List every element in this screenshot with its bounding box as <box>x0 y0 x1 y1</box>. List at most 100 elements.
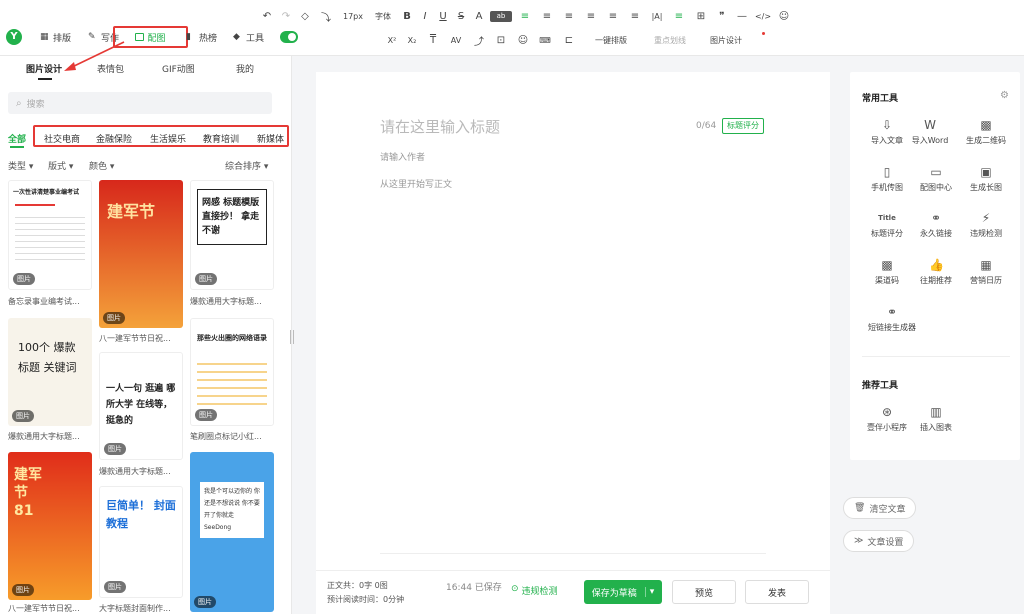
body-input[interactable]: 从这里开始写正文 <box>380 177 452 190</box>
sticker-icon[interactable]: ☺ <box>512 35 534 46</box>
italic-button[interactable]: I <box>416 11 434 22</box>
gear-icon[interactable]: ⚙ <box>1000 90 1009 101</box>
category-education[interactable]: 教育培训 <box>203 132 239 145</box>
image-design-button[interactable]: 图片设计 <box>700 35 752 46</box>
indent-icon[interactable]: ≡ <box>602 11 624 22</box>
filter-layout[interactable]: 版式 ▾ <box>48 159 73 172</box>
filter-sort[interactable]: 综合排序 ▾ <box>225 159 268 172</box>
clear-article-button[interactable]: 🗑 清空文章 <box>843 497 917 519</box>
subscript-button[interactable]: X₂ <box>402 36 422 45</box>
search-input[interactable]: ⌕ 搜索 <box>8 92 272 114</box>
tab-image-design[interactable]: 图片设计 <box>26 62 62 75</box>
border-icon[interactable]: ≡ <box>668 11 690 22</box>
filter-color[interactable]: 颜色 ▾ <box>89 159 114 172</box>
template-card[interactable]: 一人一句 逛遍 哪所大学 在线等，挺急的 图片 <box>99 352 183 460</box>
tool-insert-chart[interactable]: ▥ 插入图表 <box>912 405 960 433</box>
category-life[interactable]: 生活娱乐 <box>150 132 186 145</box>
panel-resize-handle[interactable] <box>290 330 294 344</box>
title-score-button[interactable]: 标题评分 <box>722 118 764 134</box>
template-card[interactable]: 网感 标题模版 直接抄！ 拿走不谢 图片 <box>190 180 274 290</box>
violation-check-button[interactable]: ⊙ 违规检测 <box>511 584 558 597</box>
template-card[interactable]: 巨简单！ 封面教程 图片 <box>99 486 183 598</box>
tool-image-center[interactable]: ▭ 配图中心 <box>912 165 960 193</box>
magic-icon[interactable]: ⤴ <box>468 33 490 48</box>
title-input[interactable]: 请在这里输入标题 <box>380 116 500 137</box>
search-icon: ⌕ <box>16 97 22 109</box>
category-all[interactable]: 全部 <box>8 132 26 145</box>
nav-item-tools[interactable]: ◆ 工具 <box>233 28 264 46</box>
tool-past-recommend[interactable]: 👍 往期推荐 <box>912 258 960 286</box>
tool-qrcode[interactable]: ▩ 生成二维码 <box>962 118 1010 146</box>
letter-spacing-icon[interactable]: |A| <box>646 12 668 21</box>
template-card[interactable]: 100个 爆款标题 关键词 图片 <box>8 318 92 426</box>
template-icon[interactable]: ⊏ <box>556 35 582 46</box>
template-card[interactable]: 一次性讲清楚事业编考试 图片 <box>8 180 92 290</box>
chevron-down-icon[interactable]: ▾ <box>644 587 654 597</box>
underline-button[interactable]: U <box>434 11 452 22</box>
highlight-button[interactable]: 重点划线 <box>640 35 700 46</box>
redo-icon[interactable]: ↷ <box>276 11 296 22</box>
text-style-button[interactable]: T <box>422 35 444 46</box>
divider-icon[interactable]: — <box>732 11 752 22</box>
tool-import-article[interactable]: ⇩ 导入文章 <box>863 118 911 146</box>
line-height-icon[interactable]: ≡ <box>624 11 646 22</box>
bold-button[interactable]: B <box>398 11 416 22</box>
template-card[interactable]: 我是个可以迈你的 你还是不想说说 你不要开了你就走 SeeDong 图片 <box>190 452 274 612</box>
tab-gif[interactable]: GIF动图 <box>162 62 195 75</box>
spacing-button[interactable]: AV <box>444 36 468 45</box>
filter-type[interactable]: 类型 ▾ <box>8 159 33 172</box>
category-finance[interactable]: 金融保险 <box>96 132 132 145</box>
clear-format-icon[interactable]: ⤵ <box>314 9 338 24</box>
tool-long-image[interactable]: ▣ 生成长图 <box>962 165 1010 193</box>
preview-button[interactable]: 预览 <box>672 580 736 604</box>
tool-miniprogram[interactable]: ⊛ 壹伴小程序 <box>863 405 911 433</box>
quote-icon[interactable]: ❞ <box>712 11 732 22</box>
tool-import-word[interactable]: W 导入Word <box>906 118 954 146</box>
tool-channel-code[interactable]: ▩ 渠道码 <box>863 258 911 286</box>
template-card[interactable]: 建军节 81 图片 <box>8 452 92 600</box>
one-click-layout-button[interactable]: 一键排版 <box>582 35 640 46</box>
undo-icon[interactable]: ↶ <box>258 11 276 22</box>
format-brush-icon[interactable]: ◇ <box>296 11 314 22</box>
strikethrough-button[interactable]: S <box>452 11 470 22</box>
html-icon[interactable]: ⌨ <box>534 36 556 45</box>
shield-icon: ⊙ <box>511 584 519 594</box>
table-icon[interactable]: ⊞ <box>690 11 712 22</box>
tool-title-score[interactable]: Title 标题评分 <box>863 211 911 239</box>
code-icon[interactable]: </> <box>752 12 774 21</box>
font-size-select[interactable]: 17px <box>338 12 368 21</box>
justify-icon[interactable]: ≡ <box>580 11 602 22</box>
bg-color-button[interactable]: ab <box>490 10 512 22</box>
mode-toggle[interactable] <box>280 31 298 43</box>
font-color-button[interactable]: A <box>470 11 488 22</box>
template-card[interactable]: 建军节 图片 <box>99 180 183 328</box>
tab-mine[interactable]: 我的 <box>236 62 254 75</box>
superscript-button[interactable]: X² <box>382 36 402 45</box>
tool-label: 往期推荐 <box>920 276 952 285</box>
publish-button[interactable]: 发表 <box>745 580 809 604</box>
word-icon: W <box>924 118 936 132</box>
category-newmedia[interactable]: 新媒体 <box>257 132 284 145</box>
font-family-select[interactable]: 字体 <box>368 11 398 22</box>
tool-phone-upload[interactable]: ▯ 手机传图 <box>863 165 911 193</box>
nav-item-hot[interactable]: ▮ 热榜 <box>186 28 217 46</box>
author-input[interactable]: 请输入作者 <box>380 150 425 163</box>
category-social[interactable]: 社交电商 <box>44 132 80 145</box>
tool-label: 违规检测 <box>970 229 1002 238</box>
tool-marketing-calendar[interactable]: ▦ 营销日历 <box>962 258 1010 286</box>
article-settings-button[interactable]: ≫ 文章设置 <box>843 530 915 552</box>
tool-permalink[interactable]: ⚭ 永久链接 <box>912 211 960 239</box>
template-card[interactable]: 那些火出圈的网络语录 图片 <box>190 318 274 426</box>
tool-short-link[interactable]: ⚭ 短链接生成器 <box>862 305 922 333</box>
image-icon[interactable]: ⊡ <box>490 35 512 46</box>
emoji-icon[interactable]: ☺ <box>774 11 794 22</box>
align-left-icon[interactable]: ≡ <box>514 11 536 22</box>
save-draft-button[interactable]: 保存为草稿 ▾ <box>584 580 662 604</box>
align-center-icon[interactable]: ≡ <box>536 11 558 22</box>
tool-violation-check[interactable]: ⚡ 违规检测 <box>962 211 1010 239</box>
annotation-arrow <box>64 41 125 71</box>
tab-indicator <box>38 78 52 80</box>
image-badge: 图片 <box>195 273 217 285</box>
align-right-icon[interactable]: ≡ <box>558 11 580 22</box>
app-logo[interactable]: Y <box>6 29 22 45</box>
